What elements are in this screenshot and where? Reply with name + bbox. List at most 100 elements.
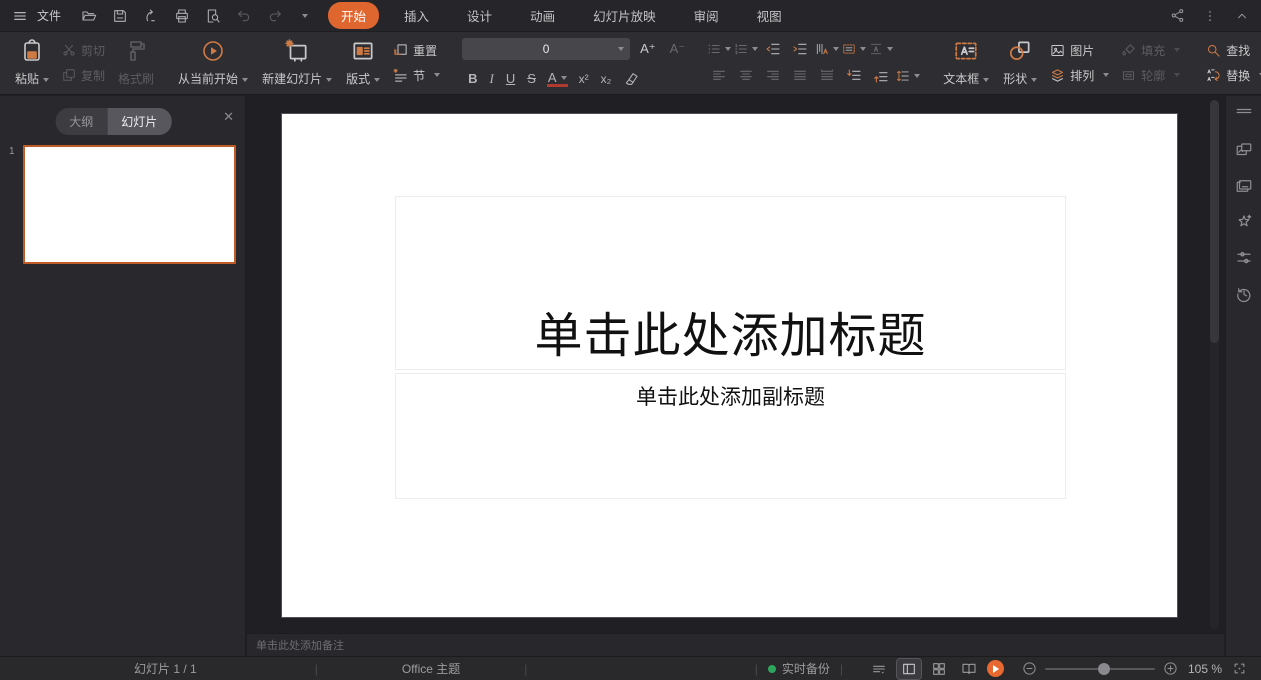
tab-insert[interactable]: 插入 (391, 2, 442, 29)
tab-slides[interactable]: 幻灯片 (107, 108, 171, 135)
panel-view-switch: 大纲 幻灯片 (55, 108, 171, 135)
decrease-indent-icon[interactable] (761, 38, 785, 60)
title-placeholder[interactable]: 单击此处添加标题 (395, 196, 1066, 370)
slide-layout-pane-icon[interactable] (1235, 177, 1253, 195)
copy-button[interactable]: 复制 (56, 63, 111, 87)
increase-font-button[interactable]: A⁺ (636, 40, 660, 58)
quick-access-more-icon[interactable] (298, 9, 308, 23)
subscript-button[interactable]: x₂ (601, 72, 612, 86)
align-right-icon[interactable] (761, 65, 785, 87)
line-spacing-icon[interactable] (896, 65, 920, 87)
save-icon[interactable] (112, 8, 128, 24)
align-justify-icon[interactable] (788, 65, 812, 87)
tab-review[interactable]: 审阅 (681, 2, 732, 29)
titlebar: 文件 开始 插入 设计 动画 幻灯片放映 审阅 视图 (0, 0, 1261, 32)
slides-panel: 大纲 幻灯片 ✕ 1 (0, 96, 246, 656)
realtime-backup[interactable]: 实时备份 (768, 660, 830, 677)
picture-button[interactable]: 图片 (1044, 38, 1115, 62)
align-left-icon[interactable] (707, 65, 731, 87)
fit-to-window-icon[interactable] (1232, 661, 1247, 676)
superscript-button[interactable]: x² (579, 72, 589, 86)
font-color-button[interactable]: A (548, 70, 567, 87)
history-icon[interactable] (1235, 285, 1253, 303)
tab-outline[interactable]: 大纲 (55, 108, 107, 135)
tab-design[interactable]: 设计 (454, 2, 505, 29)
reading-view-icon[interactable] (957, 659, 981, 679)
outline-button[interactable]: 轮廓 (1115, 63, 1186, 87)
notes-toggle-icon[interactable] (867, 659, 891, 679)
shapes-button[interactable]: 形状 (996, 36, 1044, 91)
tab-animation[interactable]: 动画 (517, 2, 568, 29)
zoom-level[interactable]: 105 % (1188, 662, 1222, 676)
align-center-icon[interactable] (734, 65, 758, 87)
export-pdf-icon[interactable] (143, 8, 159, 24)
zoom-in-icon[interactable] (1163, 661, 1178, 676)
arrange-button[interactable]: 排列 (1044, 63, 1115, 87)
normal-view-icon[interactable] (897, 659, 921, 679)
more-options-icon[interactable] (1203, 9, 1217, 23)
cut-button[interactable]: 剪切 (56, 38, 111, 62)
undo-icon[interactable] (236, 8, 252, 24)
statusbar-separator: | (753, 662, 760, 676)
theme-name[interactable]: Office 主题 (402, 660, 460, 677)
slide-sorter-view-icon[interactable] (927, 659, 951, 679)
format-painter-icon (124, 38, 148, 64)
text-frame-icon[interactable] (842, 38, 866, 60)
decrease-font-button[interactable]: A⁻ (666, 40, 690, 58)
open-icon[interactable] (81, 8, 97, 24)
redo-icon[interactable] (267, 8, 283, 24)
paste-button[interactable]: 粘贴 (8, 36, 56, 91)
vertical-align-icon[interactable] (869, 38, 893, 60)
bold-button[interactable]: B (468, 71, 477, 86)
close-panel-icon[interactable]: ✕ (223, 110, 234, 123)
zoom-slider[interactable] (1045, 668, 1155, 670)
sidebar-drag-handle[interactable] (1235, 106, 1253, 116)
picture-arrange-group: 图片 排列 (1044, 36, 1115, 91)
animation-pane-icon[interactable] (1235, 213, 1253, 231)
section-button[interactable]: 节 (387, 63, 446, 87)
new-slide-button[interactable]: 新建幻灯片 (255, 36, 339, 91)
clear-format-icon[interactable] (623, 71, 639, 87)
fill-button[interactable]: 填充 (1115, 38, 1186, 62)
collapse-ribbon-icon[interactable] (1235, 9, 1249, 23)
print-icon[interactable] (174, 8, 190, 24)
vertical-scrollbar[interactable] (1210, 100, 1219, 629)
bullets-icon[interactable] (707, 38, 731, 60)
find-button[interactable]: 查找 (1200, 38, 1261, 62)
zoom-slider-handle[interactable] (1098, 663, 1110, 675)
strikethrough-button[interactable]: S (527, 71, 536, 86)
tab-view[interactable]: 视图 (744, 2, 795, 29)
notes-bar[interactable]: 单击此处添加备注 (247, 633, 1224, 656)
space-after-icon[interactable] (869, 65, 893, 87)
slide[interactable]: 单击此处添加标题 单击此处添加副标题 (281, 113, 1178, 618)
object-properties-icon[interactable] (1235, 249, 1253, 267)
new-slide-pane-icon[interactable] (1235, 141, 1253, 159)
slide-thumbnail[interactable] (23, 145, 236, 264)
slideshow-play-button[interactable] (987, 660, 1004, 677)
play-from-current-button[interactable]: 从当前开始 (171, 36, 255, 91)
print-preview-icon[interactable] (205, 8, 221, 24)
share-icon[interactable] (1170, 8, 1185, 23)
numbering-icon[interactable] (734, 38, 758, 60)
italic-button[interactable]: I (490, 71, 494, 87)
statusbar-separator: | (313, 662, 320, 676)
zoom-out-icon[interactable] (1022, 661, 1037, 676)
picture-icon (1050, 43, 1065, 58)
underline-button[interactable]: U (506, 71, 515, 86)
scrollbar-thumb[interactable] (1210, 100, 1219, 343)
space-before-icon[interactable] (842, 65, 866, 87)
layout-icon (350, 38, 376, 64)
tab-home[interactable]: 开始 (328, 2, 379, 29)
replace-button[interactable]: 替换 (1200, 63, 1261, 87)
text-direction-icon[interactable] (815, 38, 839, 60)
font-size-input[interactable]: 0 (462, 38, 630, 60)
format-painter-button[interactable]: 格式刷 (111, 36, 161, 91)
tab-slideshow[interactable]: 幻灯片放映 (580, 2, 669, 29)
subtitle-placeholder[interactable]: 单击此处添加副标题 (395, 373, 1066, 499)
reset-button[interactable]: 重置 (387, 38, 446, 62)
increase-indent-icon[interactable] (788, 38, 812, 60)
layout-button[interactable]: 版式 (339, 36, 387, 91)
distribute-text-icon[interactable] (815, 65, 839, 87)
file-menu[interactable]: 文件 (12, 7, 61, 24)
textbox-button[interactable]: 文本框 (936, 36, 996, 91)
